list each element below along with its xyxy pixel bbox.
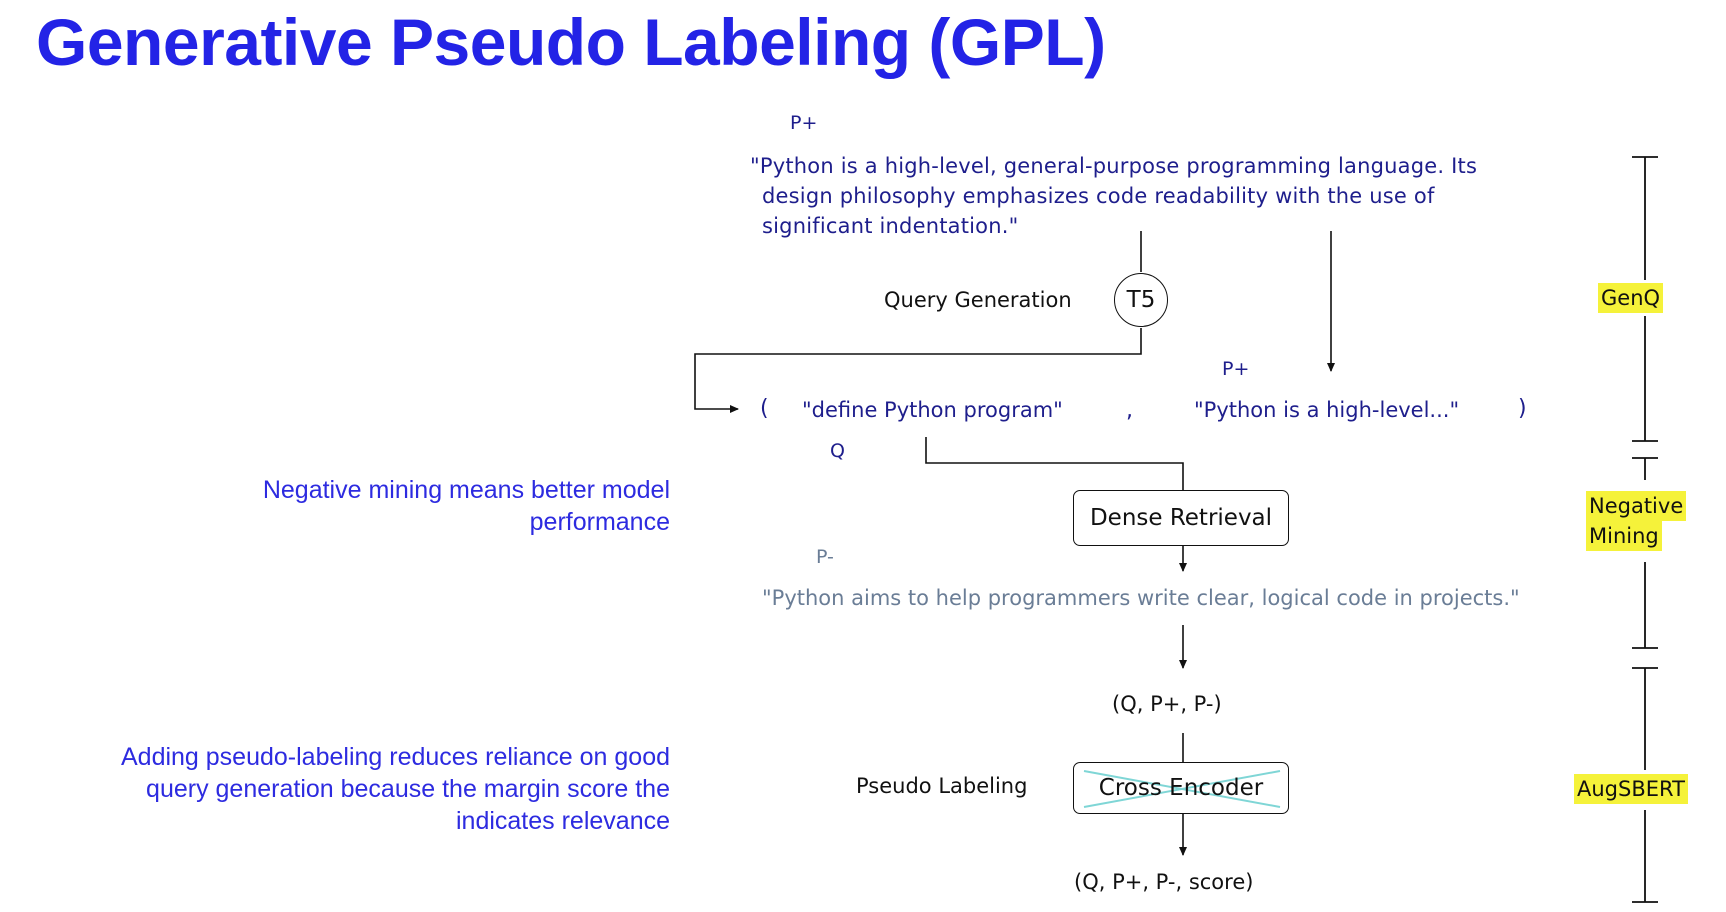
- triplet-label: (Q, P+, P-): [1112, 692, 1222, 716]
- q-label: Q: [830, 440, 845, 462]
- stage-negative-mining-line-1: Negative: [1586, 491, 1687, 521]
- cross-encoder-label: Cross Encoder: [1098, 775, 1264, 801]
- final-tuple-label: (Q, P+, P-, score): [1074, 870, 1254, 894]
- stage-augsbert: AugSBERT: [1574, 774, 1688, 804]
- dense-retrieval-box: Dense Retrieval: [1073, 490, 1289, 546]
- pseudo-labeling-label: Pseudo Labeling: [856, 774, 1028, 798]
- t5-model-node: T5: [1114, 273, 1168, 327]
- stage-negative-mining-line-2: Mining: [1586, 521, 1662, 551]
- p-plus-short-label: P+: [1222, 358, 1250, 380]
- p-plus-label: P+: [790, 112, 818, 134]
- negative-passage: "Python aims to help programmers write c…: [762, 586, 1520, 610]
- pair-close-paren: ): [1518, 396, 1527, 421]
- positive-passage-line-2: design philosophy emphasizes code readab…: [762, 184, 1435, 208]
- p-minus-label: P-: [816, 546, 834, 568]
- p-plus-short-text: "Python is a high-level...": [1194, 398, 1460, 422]
- positive-passage-line-3: significant indentation.": [762, 214, 1019, 238]
- pair-open-paren: (: [760, 396, 769, 421]
- query-generation-label: Query Generation: [884, 288, 1072, 312]
- positive-passage-line-1: "Python is a high-level, general-purpose…: [750, 154, 1478, 178]
- cross-encoder-box: Cross Encoder: [1073, 762, 1289, 814]
- pair-comma: ,: [1126, 398, 1133, 423]
- query-text: "define Python program": [802, 398, 1063, 422]
- connector-query-to-retrieval: [925, 437, 1184, 490]
- stage-genq: GenQ: [1598, 283, 1664, 313]
